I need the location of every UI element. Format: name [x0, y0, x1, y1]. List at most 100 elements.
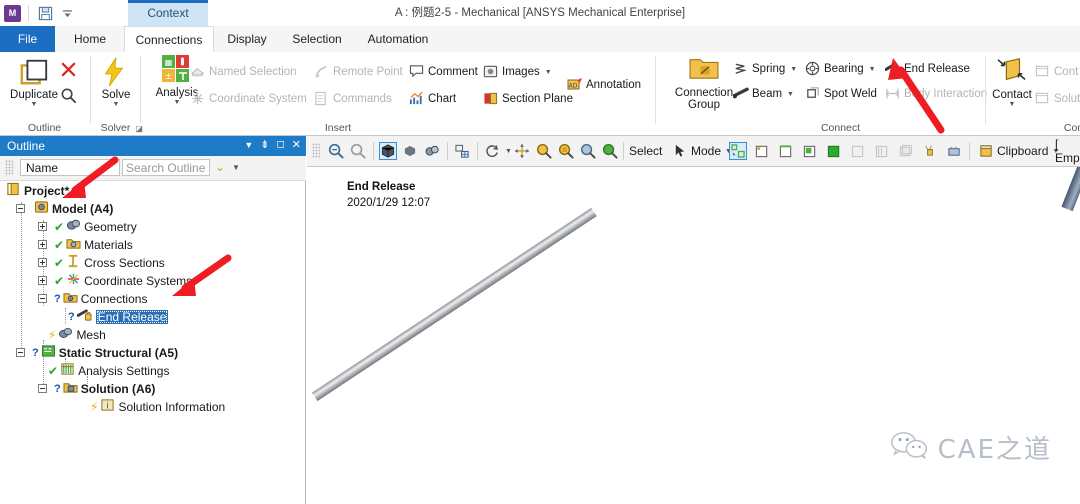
commands-button[interactable]: Commands [314, 91, 392, 107]
pan-button[interactable] [513, 141, 531, 161]
tab-home[interactable]: Home [58, 26, 122, 52]
shaded-exterior-edges-button[interactable] [379, 141, 397, 161]
remote-point-button[interactable]: Remote Point [314, 64, 403, 80]
tree-item-model[interactable]: Model (A4) [16, 200, 113, 217]
beam-button[interactable]: Beam ▼ [732, 86, 794, 102]
contact-button[interactable]: Contact ▼ [987, 57, 1037, 108]
chevron-down-icon[interactable]: ▼ [244, 140, 253, 150]
analysis-caret-icon[interactable]: ▼ [174, 99, 181, 106]
solve-button[interactable]: Solve ▼ [85, 57, 147, 108]
save-icon[interactable] [36, 4, 54, 22]
qat-chevron-down-icon[interactable] [58, 4, 76, 22]
spring-button[interactable]: Spring ▼ [733, 61, 797, 77]
face-select-button[interactable] [801, 141, 819, 161]
toolbar-drag-grip-icon[interactable] [312, 143, 320, 158]
mode-button[interactable]: Mode ▼ [671, 141, 732, 161]
tree-item-analysis-settings[interactable]: ✔ Analysis Settings [48, 362, 169, 379]
coordinate-system-button[interactable]: Coordinate System [190, 91, 307, 107]
contact-tool-icon [1035, 64, 1051, 80]
zoom-to-fit-button[interactable] [327, 141, 345, 161]
tree-item-coordinate-systems[interactable]: ✔ Coordinate Systems [38, 272, 192, 289]
duplicate-caret-icon[interactable]: ▼ [31, 101, 38, 108]
section-plane-icon [483, 91, 499, 107]
duplicate-button[interactable]: Duplicate ▼ [3, 57, 65, 108]
beam-caret-icon[interactable]: ▼ [787, 91, 794, 98]
extend-to-limits-button[interactable] [873, 141, 891, 161]
zoom-button[interactable] [535, 141, 553, 161]
filter-options-caret-icon[interactable]: ▼ [232, 163, 240, 172]
clipboard-button[interactable]: Clipboard ▼ [977, 141, 1059, 161]
expand-plus-icon[interactable] [38, 240, 47, 249]
tab-selection[interactable]: Selection [282, 26, 352, 52]
box-select-button[interactable] [945, 141, 963, 161]
spot-weld-button[interactable]: Spot Weld [805, 86, 877, 102]
tree-item-cross-sections[interactable]: ✔ Cross Sections [38, 254, 165, 271]
vertex-select-button[interactable] [753, 141, 771, 161]
single-select-button[interactable] [921, 141, 939, 161]
extend-to-adjacent-button[interactable] [849, 141, 867, 161]
body-interaction-button[interactable]: Body Interaction [885, 86, 987, 102]
maximize-icon[interactable]: ◻ [276, 139, 284, 150]
end-release-button[interactable]: End Release [884, 61, 970, 77]
tree-item-solution[interactable]: ? Solution (A6) [38, 380, 155, 397]
collapse-minus-icon[interactable] [38, 384, 47, 393]
box-zoom-button[interactable] [557, 141, 575, 161]
tab-selection-label: Selection [292, 32, 342, 46]
rotate-caret-icon[interactable]: ▼ [505, 148, 512, 155]
edge-select-button[interactable] [777, 141, 795, 161]
delete-x-icon[interactable] [61, 62, 76, 80]
expand-plus-icon[interactable] [38, 222, 47, 231]
find-magnifier-icon[interactable] [60, 87, 77, 107]
solution-info-button[interactable]: Solut [1035, 91, 1080, 107]
comment-button[interactable]: Comment [409, 64, 478, 80]
close-icon[interactable]: ✕ [292, 138, 301, 151]
expand-plus-icon[interactable] [38, 258, 47, 267]
context-tab[interactable]: Context [128, 0, 208, 26]
shaded-exterior-button[interactable] [401, 141, 419, 161]
bearing-button[interactable]: Bearing ▼ [805, 61, 876, 77]
tree-item-materials[interactable]: ✔ Materials [38, 236, 133, 253]
select-mode-button[interactable] [729, 141, 747, 161]
tree-item-static-structural[interactable]: ? Static Structural (A5) [16, 344, 178, 361]
tab-file[interactable]: File [0, 26, 55, 52]
filter-chevron-down-icon[interactable]: ⌄ [215, 160, 225, 174]
section-plane-button[interactable]: Section Plane [483, 91, 573, 107]
tree-item-mesh[interactable]: ⚡ Mesh [48, 326, 106, 343]
tab-automation[interactable]: Automation [356, 26, 440, 52]
collapse-minus-icon[interactable] [16, 348, 25, 357]
named-selection-button[interactable]: Named Selection [190, 64, 297, 80]
tree-item-end-release[interactable]: ? End Release [68, 308, 169, 325]
tab-connections[interactable]: Connections [124, 26, 214, 53]
tab-display[interactable]: Display [216, 26, 278, 52]
images-caret-icon[interactable]: ▼ [545, 69, 552, 76]
tree-item-geometry[interactable]: ✔ Geometry [38, 218, 137, 235]
extend-to-instances-button[interactable] [897, 141, 915, 161]
graphics-view[interactable]: End Release 2020/1/29 12:07 CAE之道 [307, 167, 1080, 504]
connection-group-button[interactable]: Connection Group [665, 55, 743, 112]
tree-item-project[interactable]: Project* [6, 182, 69, 199]
contact-tool-button[interactable]: Cont [1035, 64, 1078, 80]
show-mesh-button[interactable] [453, 141, 471, 161]
collapse-minus-icon[interactable] [16, 204, 25, 213]
tree-item-connections[interactable]: ? Connections [38, 290, 147, 307]
solve-caret-icon[interactable]: ▼ [113, 101, 120, 108]
spring-caret-icon[interactable]: ▼ [790, 66, 797, 73]
annotation-button[interactable]: AD Annotation [567, 77, 641, 93]
collapse-minus-icon[interactable] [38, 294, 47, 303]
contact-caret-icon[interactable]: ▼ [1009, 101, 1016, 108]
expand-plus-icon[interactable] [38, 276, 47, 285]
pin-icon[interactable]: ⇟ [260, 138, 269, 151]
drag-grip-icon[interactable] [5, 160, 13, 175]
name-column-header[interactable]: Name [20, 159, 120, 176]
zoom-fit-button[interactable] [579, 141, 597, 161]
bearing-caret-icon[interactable]: ▼ [869, 66, 876, 73]
wireframe-button[interactable] [423, 141, 441, 161]
magnifier-button[interactable] [349, 141, 367, 161]
images-button[interactable]: Images ▼ [483, 64, 552, 80]
rotate-button[interactable]: ▼ [483, 141, 512, 161]
body-select-button[interactable] [825, 141, 843, 161]
search-input[interactable]: Search Outline [122, 159, 210, 176]
chart-button[interactable]: Chart [409, 91, 456, 107]
tree-item-solution-information[interactable]: ⚡ i Solution Information [90, 398, 225, 415]
previous-view-button[interactable] [601, 141, 619, 161]
